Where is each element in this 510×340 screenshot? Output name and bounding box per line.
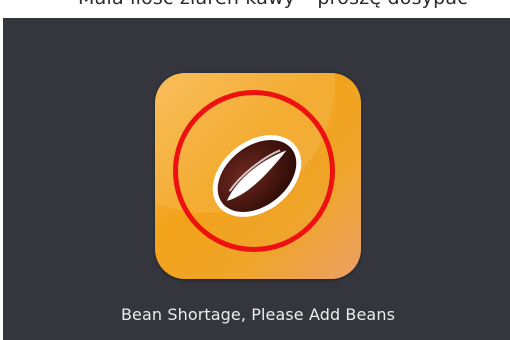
bean-shortage-tile: [155, 73, 361, 279]
top-banner-text: Mała ilość ziaren kawy – proszę dosypać: [78, 0, 468, 9]
coffee-bean-icon: [212, 135, 302, 217]
screen: Mała ilość ziaren kawy – proszę dosypać: [0, 0, 510, 340]
bean-shortage-message: Bean Shortage, Please Add Beans: [120, 305, 396, 324]
top-banner: Mała ilość ziaren kawy – proszę dosypać: [0, 0, 510, 20]
bean-shortage-dialog: Bean Shortage, Please Add Beans: [3, 18, 510, 340]
